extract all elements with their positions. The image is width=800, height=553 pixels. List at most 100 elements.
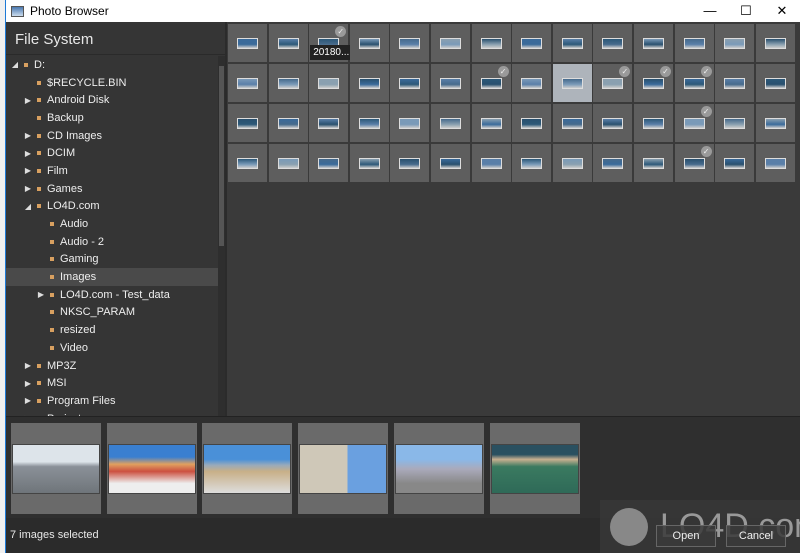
selected-thumbnail[interactable]: [11, 423, 101, 514]
thumbnail-cell[interactable]: [228, 144, 267, 182]
thumbnail-cell[interactable]: [268, 144, 308, 182]
check-icon[interactable]: ✓: [619, 66, 631, 77]
thumbnail-cell[interactable]: [755, 104, 795, 142]
expand-arrow-icon[interactable]: ◢: [23, 202, 33, 211]
tree-item[interactable]: ◢ LO4D.com: [6, 198, 218, 216]
thumbnail-cell[interactable]: [390, 64, 430, 102]
thumbnail-cell[interactable]: [228, 104, 267, 142]
scrollbar-thumb[interactable]: [219, 66, 224, 246]
thumbnail-cell[interactable]: [634, 24, 673, 62]
tree-item[interactable]: Video: [6, 339, 218, 357]
expand-arrow-icon[interactable]: ▶: [23, 379, 33, 388]
tree-item[interactable]: ▶ MP3Z: [6, 357, 218, 375]
thumbnail-cell[interactable]: ✓: [634, 64, 673, 102]
thumbnail-cell[interactable]: [512, 64, 552, 102]
selected-thumbnail[interactable]: [202, 423, 293, 514]
thumbnail-cell[interactable]: [390, 24, 430, 62]
check-icon[interactable]: ✓: [700, 146, 712, 157]
thumbnail-cell[interactable]: [715, 104, 755, 142]
thumbnail-cell[interactable]: [512, 104, 552, 142]
thumbnail-cell[interactable]: [268, 24, 308, 62]
thumbnail-cell[interactable]: [228, 24, 267, 62]
thumbnail-cell[interactable]: [390, 104, 430, 142]
thumbnail-cell[interactable]: [755, 64, 795, 102]
maximize-button[interactable]: ☐: [728, 3, 764, 19]
thumbnail-cell[interactable]: [552, 144, 592, 182]
expand-arrow-icon[interactable]: ◢: [10, 60, 20, 69]
expand-arrow-icon[interactable]: ▶: [23, 96, 33, 105]
thumbnail-cell[interactable]: [593, 144, 633, 182]
thumbnail-cell[interactable]: [431, 144, 470, 182]
expand-arrow-icon[interactable]: ▶: [23, 184, 33, 193]
open-button[interactable]: Open: [656, 525, 716, 547]
tree-item[interactable]: ▶ LO4D.com - Test_data: [6, 286, 218, 304]
thumbnail-cell[interactable]: ✓: [674, 64, 714, 102]
cancel-button[interactable]: Cancel: [726, 525, 786, 547]
thumbnail-cell[interactable]: [390, 144, 430, 182]
tree-item[interactable]: ▶ DCIM: [6, 144, 218, 162]
check-icon[interactable]: ✓: [335, 26, 347, 37]
thumbnail-cell[interactable]: [349, 104, 389, 142]
thumbnail-cell[interactable]: ✓: [674, 104, 714, 142]
thumbnail-cell[interactable]: ✓: [593, 64, 633, 102]
check-icon[interactable]: ✓: [660, 66, 671, 77]
tree-scrollbar[interactable]: [218, 56, 225, 416]
expand-arrow-icon[interactable]: ▶: [23, 149, 33, 158]
thumbnail-cell[interactable]: [309, 144, 349, 182]
expand-arrow-icon[interactable]: ▶: [23, 166, 33, 175]
tree-item[interactable]: Backup: [6, 109, 218, 127]
thumbnail-cell[interactable]: [268, 104, 308, 142]
expand-arrow-icon[interactable]: ▶: [23, 131, 33, 140]
tree-item[interactable]: ◢ D:: [6, 56, 218, 74]
tree-item[interactable]: ▶ Program Files: [6, 392, 218, 410]
check-icon[interactable]: ✓: [497, 66, 509, 77]
thumbnail-cell[interactable]: ✓: [674, 144, 714, 182]
thumbnail-cell[interactable]: [512, 24, 552, 62]
thumbnail-cell[interactable]: [431, 64, 470, 102]
thumbnail-cell[interactable]: [431, 104, 470, 142]
tree-item[interactable]: ▶ Film: [6, 162, 218, 180]
selected-thumbnail[interactable]: [393, 423, 484, 514]
thumbnail-cell[interactable]: [268, 64, 308, 102]
thumbnail-cell[interactable]: [552, 24, 592, 62]
minimize-button[interactable]: —: [692, 3, 728, 19]
expand-arrow-icon[interactable]: ▶: [23, 361, 33, 370]
check-icon[interactable]: ✓: [700, 106, 712, 117]
tree-item[interactable]: Audio - 2: [6, 233, 218, 251]
tree-item[interactable]: Audio: [6, 215, 218, 233]
selected-thumbnail[interactable]: [106, 423, 197, 514]
close-button[interactable]: ✕: [764, 3, 800, 19]
tree-item[interactable]: ▶ CD Images: [6, 127, 218, 145]
thumbnail-cell[interactable]: [755, 24, 795, 62]
thumbnail-cell[interactable]: [634, 144, 673, 182]
thumbnail-cell[interactable]: [309, 64, 349, 102]
thumbnail-cell[interactable]: [471, 24, 511, 62]
tree-item[interactable]: ▶ MSI: [6, 374, 218, 392]
expand-arrow-icon[interactable]: ▶: [36, 290, 46, 299]
tree-item[interactable]: Images: [6, 268, 218, 286]
selected-thumbnail[interactable]: [298, 423, 389, 514]
thumbnail-cell[interactable]: [755, 144, 795, 182]
check-icon[interactable]: ✓: [700, 66, 712, 77]
tree-item[interactable]: ▶ Games: [6, 180, 218, 198]
thumbnail-cell[interactable]: [593, 24, 633, 62]
thumbnail-cell[interactable]: ✓: [471, 64, 511, 102]
thumbnail-cell[interactable]: [471, 144, 511, 182]
thumbnail-cell[interactable]: [431, 24, 470, 62]
thumbnail-cell[interactable]: [512, 144, 552, 182]
thumbnail-cell[interactable]: [715, 24, 755, 62]
tree-item[interactable]: Gaming: [6, 251, 218, 269]
expand-arrow-icon[interactable]: ▶: [23, 396, 33, 405]
tree-item[interactable]: $RECYCLE.BIN: [6, 74, 218, 92]
thumbnail-cell[interactable]: [228, 64, 267, 102]
thumbnail-cell[interactable]: [674, 24, 714, 62]
tree-item[interactable]: NKSC_PARAM: [6, 304, 218, 322]
tree-item[interactable]: ▶ Android Disk: [6, 91, 218, 109]
thumbnail-cell[interactable]: [309, 104, 349, 142]
thumbnail-cell[interactable]: [349, 24, 389, 62]
thumbnail-cell[interactable]: ✓ 20180...: [309, 24, 353, 62]
tree-item[interactable]: resized: [6, 321, 218, 339]
thumbnail-cell[interactable]: [715, 64, 755, 102]
selected-thumbnail[interactable]: [489, 423, 580, 514]
thumbnail-cell[interactable]: [552, 64, 592, 102]
